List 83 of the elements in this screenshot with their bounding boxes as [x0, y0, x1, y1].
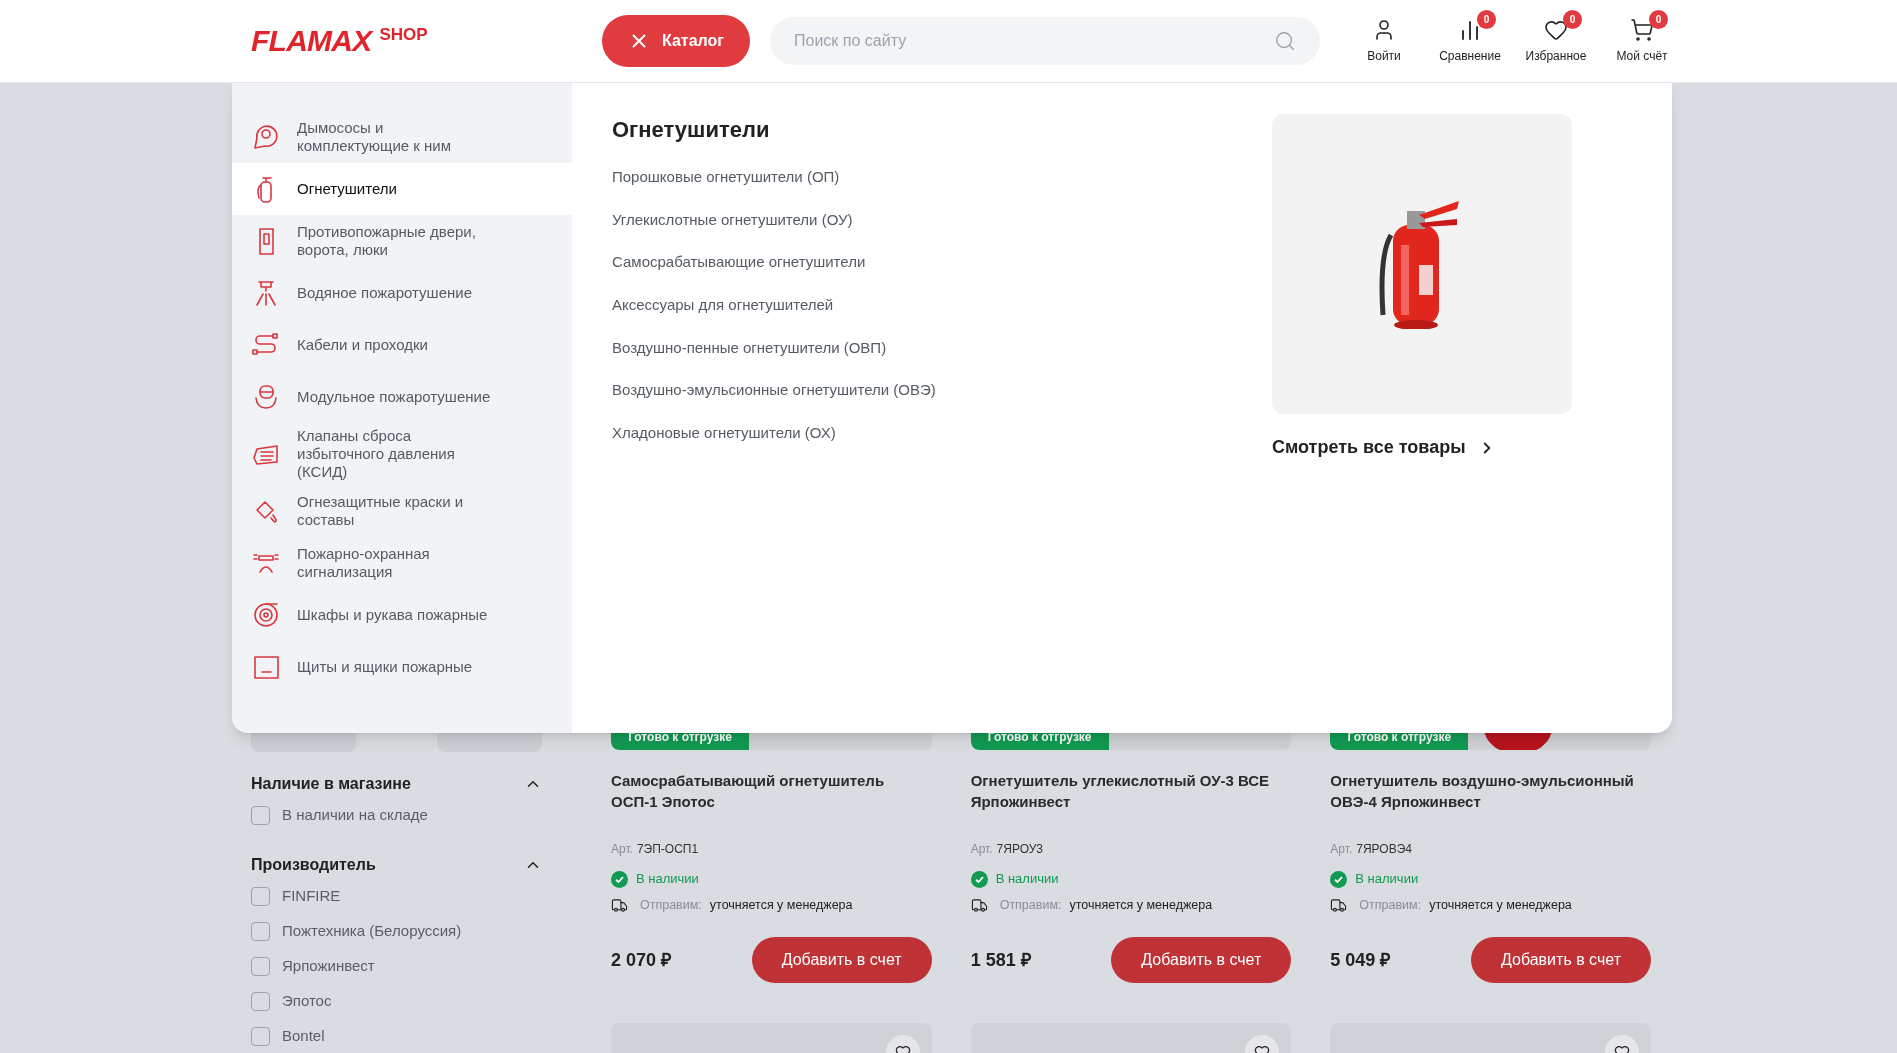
- article-number: 7ЭП-ОСП1: [636, 841, 699, 858]
- article-label: Арт.: [970, 841, 993, 858]
- add-to-invoice-button[interactable]: Добавить в счет: [1111, 937, 1292, 983]
- checkbox-label: FINFIRE: [282, 886, 341, 907]
- subcategory-link[interactable]: Воздушно-пенные огнетушители (ОВП): [612, 336, 887, 380]
- checkbox-label: В наличии на складе: [282, 805, 428, 826]
- count-badge: 0: [1563, 9, 1582, 29]
- category-item[interactable]: Кабели и проходки: [232, 319, 572, 371]
- checkbox[interactable]: [251, 922, 270, 941]
- shipping-label: Отправим:: [640, 896, 702, 914]
- availability-text: В наличии: [995, 870, 1059, 889]
- checkbox[interactable]: [251, 957, 270, 976]
- checkbox[interactable]: [251, 806, 270, 825]
- product-title[interactable]: Огнетушитель воздушно-эмульсионный ОВЭ-4 Ярпожинвест: [1330, 770, 1651, 812]
- product-price: 1 581 ₽: [970, 948, 1031, 972]
- category-item[interactable]: Пожарно-охранная сигнализация: [232, 537, 572, 589]
- checkbox-label: Эпотос: [282, 991, 332, 1012]
- add-to-invoice-button[interactable]: Добавить в счет: [751, 937, 932, 983]
- subcategory-link[interactable]: Углекислотные огнетушители (ОУ): [612, 208, 853, 252]
- subcategory-link[interactable]: Самосрабатывающие огнетушители: [612, 251, 866, 295]
- check-circle-icon: [970, 870, 988, 888]
- category-icon: [251, 122, 281, 152]
- article-number: 7ЯРОВЭ4: [1356, 841, 1412, 858]
- shipping-value: уточняется у менеджера: [1069, 896, 1213, 914]
- category-item[interactable]: Огнетушители: [232, 163, 572, 215]
- subcategory-link[interactable]: Порошковые огнетушители (ОП): [612, 166, 840, 209]
- header-action[interactable]: Войти: [1348, 9, 1420, 65]
- product-price: 5 049 ₽: [1330, 948, 1391, 972]
- filter-heading[interactable]: Наличие в магазине: [251, 770, 542, 798]
- check-circle-icon: [1330, 870, 1348, 888]
- action-label: Мой счёт: [1616, 47, 1668, 65]
- category-item[interactable]: Огнезащитные краски и составы: [232, 485, 572, 537]
- view-all-link[interactable]: Смотреть все товары: [1272, 434, 1496, 461]
- filter-heading[interactable]: Производитель: [251, 851, 542, 879]
- category-item[interactable]: Шкафы и рукава пожарные: [232, 589, 572, 641]
- checkbox[interactable]: [251, 887, 270, 906]
- availability-text: В наличии: [1355, 870, 1419, 889]
- category-item[interactable]: Модульное пожаротушение: [232, 371, 572, 423]
- category-item[interactable]: Водяное пожаротушение: [232, 267, 572, 319]
- truck-icon: [1330, 896, 1348, 914]
- shipping-value: уточняется у менеджера: [709, 896, 853, 914]
- header-action[interactable]: 0 Сравнение: [1434, 9, 1506, 65]
- truck-icon: [611, 896, 628, 914]
- category-item[interactable]: Дымососы и комплектующие к ним: [232, 111, 572, 163]
- product-price: 2 070 ₽: [611, 948, 672, 972]
- action-label: Сравнение: [1439, 47, 1501, 65]
- header-action[interactable]: 0 Мой счёт: [1606, 9, 1678, 65]
- category-item[interactable]: Противопожарные двери, ворота, люки: [232, 215, 572, 267]
- article-label: Арт.: [1330, 841, 1353, 858]
- subcategory-link[interactable]: Аксессуары для огнетушителей: [612, 294, 834, 337]
- subcategory-link[interactable]: Хладоновые огнетушители (ОХ): [612, 422, 836, 465]
- check-circle-icon: [611, 870, 628, 888]
- checkbox-label: Пожтехника (Белоруссия): [282, 921, 462, 942]
- category-icon: [251, 600, 281, 630]
- article-label: Арт.: [611, 841, 633, 858]
- truck-icon: [970, 896, 988, 914]
- shipping-value: уточняется у менеджера: [1429, 896, 1572, 914]
- checkbox-label: Ярпожинвест: [282, 956, 375, 977]
- cart-icon: [1630, 17, 1654, 42]
- availability-text: В наличии: [636, 870, 699, 889]
- action-label: Войти: [1367, 47, 1401, 65]
- checkbox-label: Bontel: [282, 1026, 325, 1047]
- logo-suffix: SHOP: [379, 26, 428, 43]
- product-title[interactable]: Огнетушитель углекислотный ОУ-3 ВСЕ Ярпожинвест: [970, 770, 1292, 812]
- article-number: 7ЯРОУ3: [996, 841, 1044, 858]
- search-field[interactable]: Поиск по сайту: [770, 17, 1320, 65]
- catalog-button[interactable]: Каталог: [602, 15, 750, 67]
- shipping-label: Отправим:: [1359, 896, 1422, 914]
- menu-title: Огнетушители: [612, 116, 771, 144]
- category-item[interactable]: Щиты и ящики пожарные: [232, 641, 572, 693]
- checkbox[interactable]: [251, 1027, 270, 1046]
- category-item[interactable]: Клапаны сброса избыточного давления (КСИД): [232, 423, 572, 485]
- search-icon[interactable]: [1274, 30, 1296, 52]
- product-title[interactable]: Самосрабатывающий огнетушитель ОСП-1 Эпотос: [611, 770, 932, 812]
- shipping-label: Отправим:: [999, 896, 1062, 914]
- count-badge: 0: [1649, 9, 1668, 29]
- count-badge: 0: [1477, 9, 1496, 29]
- logo[interactable]: FLAMAX: [251, 26, 372, 56]
- header-action[interactable]: 0 Избранное: [1520, 9, 1592, 65]
- checkbox[interactable]: [251, 992, 270, 1011]
- action-label: Избранное: [1525, 47, 1587, 65]
- add-to-invoice-button[interactable]: Добавить в счет: [1471, 937, 1651, 983]
- subcategory-link[interactable]: Воздушно-эмульсионные огнетушители (ОВЭ): [612, 379, 936, 423]
